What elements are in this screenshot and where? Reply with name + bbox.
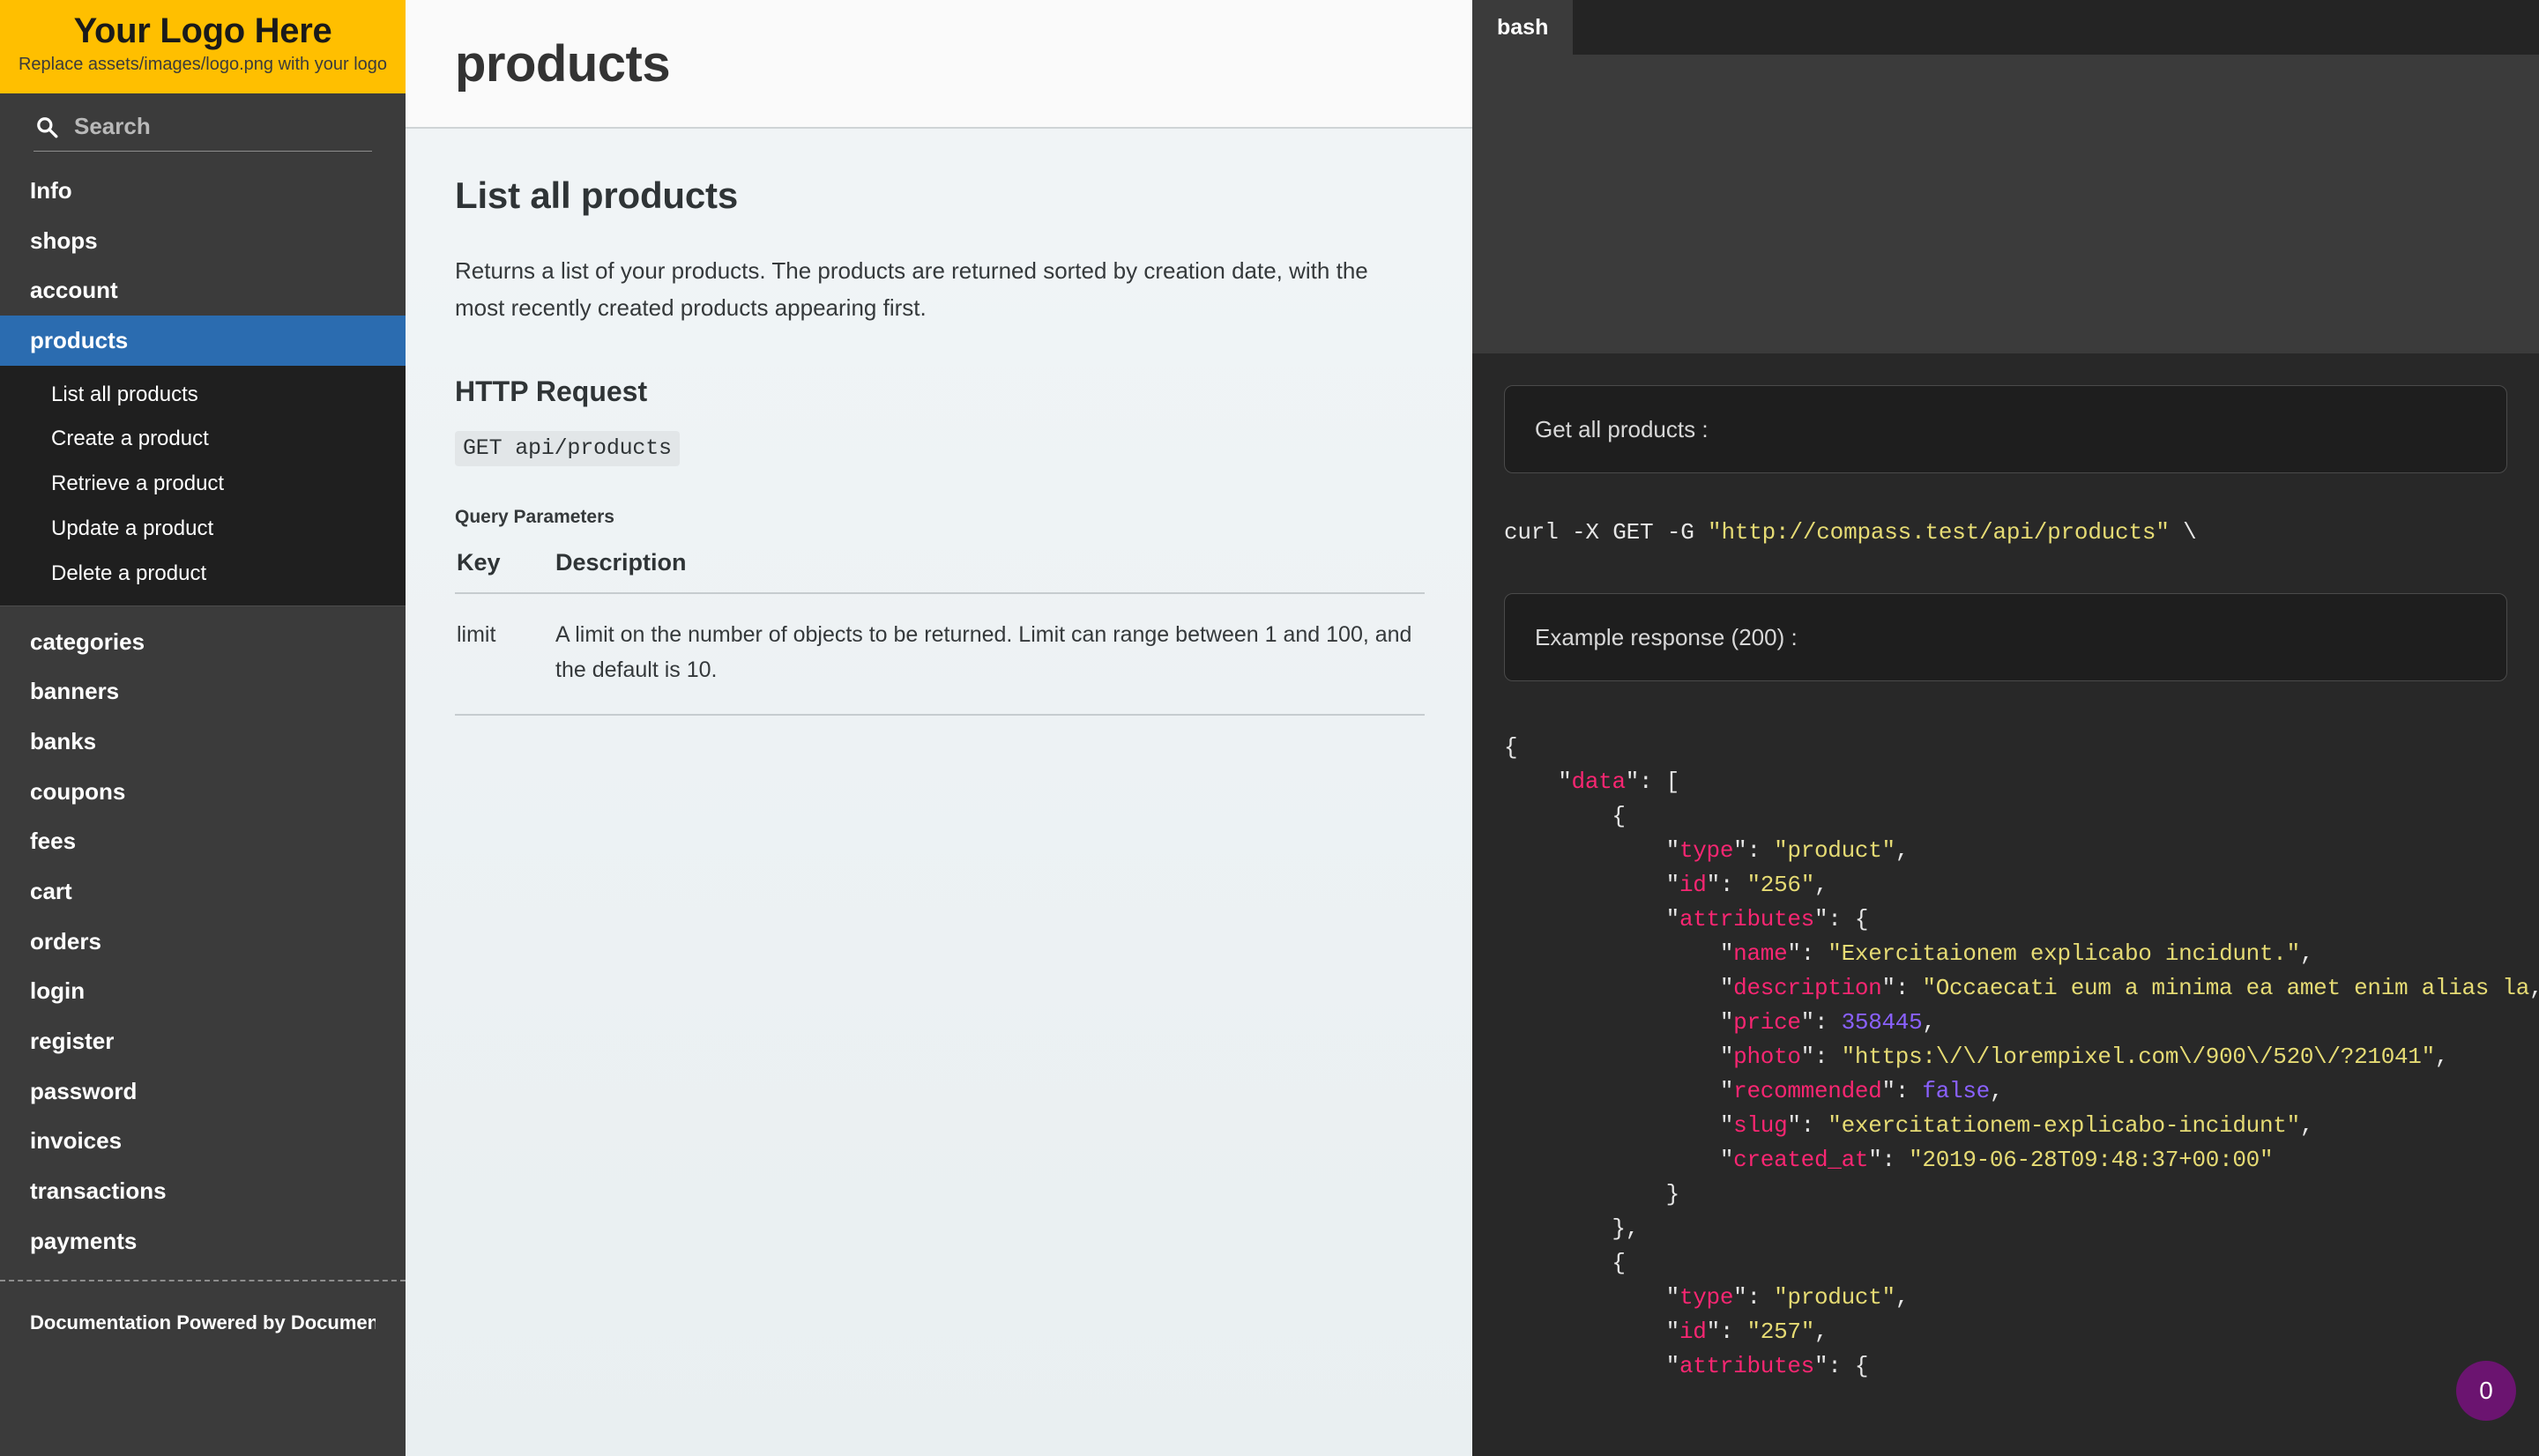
main-content: products List all products Returns a lis… (406, 0, 1472, 1456)
sidebar-item-password[interactable]: password (0, 1066, 406, 1117)
query-parameters-title: Query Parameters (455, 507, 614, 528)
sidebar-item-banners[interactable]: banners (0, 666, 406, 717)
search-icon (34, 114, 60, 140)
json-line: { (1612, 803, 1626, 829)
sidebar-footer: Documentation Powered by Documen… (0, 1280, 406, 1456)
search-row[interactable] (34, 113, 383, 152)
json-line: "name": "Exercitaionem explicabo incidun… (1719, 940, 2314, 967)
json-line: "slug": "exercitationem-explicabo-incidu… (1719, 1112, 2314, 1139)
json-line: { (1612, 1250, 1626, 1276)
sidebar-item-invoices[interactable]: invoices (0, 1116, 406, 1166)
sidebar-item-products[interactable]: products (0, 316, 406, 366)
curl-suffix: \ (2169, 519, 2197, 546)
table-row: limit A limit on the number of objects to… (455, 593, 1425, 717)
json-line: "id": "256", (1665, 872, 1828, 898)
sidebar-item-info[interactable]: Info (0, 166, 406, 216)
callout-response-text: Example response (200) : (1535, 623, 1798, 650)
json-line: "id": "257", (1665, 1319, 1828, 1345)
sidebar-item-payments[interactable]: payments (0, 1216, 406, 1267)
json-line: } (1665, 1181, 1680, 1207)
logo-block[interactable]: Your Logo Here Replace assets/images/log… (0, 0, 406, 93)
sidebar-item-login[interactable]: login (0, 966, 406, 1016)
callout-response: Example response (200) : (1504, 593, 2507, 681)
search-input[interactable] (74, 113, 383, 140)
curl-command: curl -X GET -G "http://compass.test/api/… (1504, 473, 2507, 546)
sidebar-subitem-update-a-product[interactable]: Update a product (0, 507, 406, 552)
sidebar-item-fees[interactable]: fees (0, 816, 406, 866)
sidebar-subitem-create-a-product[interactable]: Create a product (0, 417, 406, 462)
notification-badge[interactable]: 0 (2456, 1361, 2516, 1421)
code-area: Get all products : curl -X GET -G "http:… (1472, 385, 2539, 1384)
sidebar-footer-text: Documentation Powered by Documen… (30, 1311, 376, 1333)
sidebar-item-shops[interactable]: shops (0, 216, 406, 266)
sidebar-item-register[interactable]: register (0, 1016, 406, 1066)
http-request-endpoint: GET api/products (455, 431, 680, 467)
page-title: products (455, 34, 671, 93)
json-line: "recommended": false, (1719, 1078, 2004, 1104)
content-body: List all products Returns a list of your… (406, 129, 1472, 717)
sidebar-item-categories[interactable]: categories (0, 617, 406, 667)
query-parameters-table: Key Description limit A limit on the numb… (455, 544, 1425, 717)
sidebar-item-transactions[interactable]: transactions (0, 1166, 406, 1216)
curl-url: "http://compass.test/api/products" (1708, 519, 2170, 546)
tab-bash[interactable]: bash (1472, 0, 1574, 55)
column-header-description: Description (524, 544, 1425, 595)
json-line: "attributes": { (1665, 1353, 1869, 1379)
sidebar-item-coupons[interactable]: coupons (0, 767, 406, 817)
column-header-key: Key (455, 544, 524, 595)
json-line: "price": 358445, (1719, 1009, 1936, 1036)
json-line: "type": "product", (1665, 1284, 1910, 1311)
section-description: Returns a list of your products. The pro… (455, 257, 1368, 322)
sidebar-nav: Info shops account products List all produc… (0, 166, 406, 1266)
table-cell-key: limit (455, 593, 524, 717)
app-root: Your Logo Here Replace assets/images/log… (0, 0, 2539, 1456)
code-tab-strip: bash (1472, 0, 2539, 55)
response-json: { "data": [ { "type": "product", "id": "… (1504, 681, 2539, 1384)
sidebar-item-orders[interactable]: orders (0, 917, 406, 967)
http-request-heading: HTTP Request (455, 375, 648, 408)
table-header-row: Key Description (455, 544, 1425, 595)
sidebar-subnav-products: List all products Create a product Retriev… (0, 365, 406, 606)
callout-request-text: Get all products : (1535, 415, 1709, 442)
json-line: "created_at": "2019-06-28T09:48:37+00:00… (1719, 1147, 2274, 1173)
json-line: "type": "product", (1665, 837, 1910, 864)
code-panel: bash Get all products : curl -X GET -G "… (1472, 0, 2539, 1456)
sidebar-subitem-delete-a-product[interactable]: Delete a product (0, 552, 406, 597)
logo-title: Your Logo Here (73, 11, 332, 50)
json-line: "description": "Occaecati eum a minima e… (1719, 975, 2539, 1001)
sidebar-subitem-retrieve-a-product[interactable]: Retrieve a product (0, 462, 406, 507)
curl-prefix: curl -X GET -G (1504, 519, 1709, 546)
code-panel-topbar: bash (1472, 0, 2539, 353)
logo-subtitle: Replace assets/images/logo.png with your… (18, 55, 388, 75)
json-line: "photo": "https:\/\/lorempixel.com\/900\… (1719, 1044, 2449, 1070)
sidebar-item-cart[interactable]: cart (0, 866, 406, 917)
table-cell-description: A limit on the number of objects to be r… (524, 593, 1425, 717)
sidebar-item-account[interactable]: account (0, 265, 406, 316)
section-heading: List all products (455, 175, 738, 216)
content-header: products (406, 0, 1472, 129)
sidebar-item-banks[interactable]: banks (0, 717, 406, 767)
json-line: }, (1612, 1215, 1640, 1242)
callout-request: Get all products : (1504, 385, 2507, 473)
sidebar: Your Logo Here Replace assets/images/log… (0, 0, 406, 1456)
json-line: { (1504, 734, 1518, 761)
sidebar-subitem-list-all-products[interactable]: List all products (0, 373, 406, 418)
json-line: "data": [ (1558, 769, 1679, 795)
json-line: "attributes": { (1665, 906, 1869, 932)
